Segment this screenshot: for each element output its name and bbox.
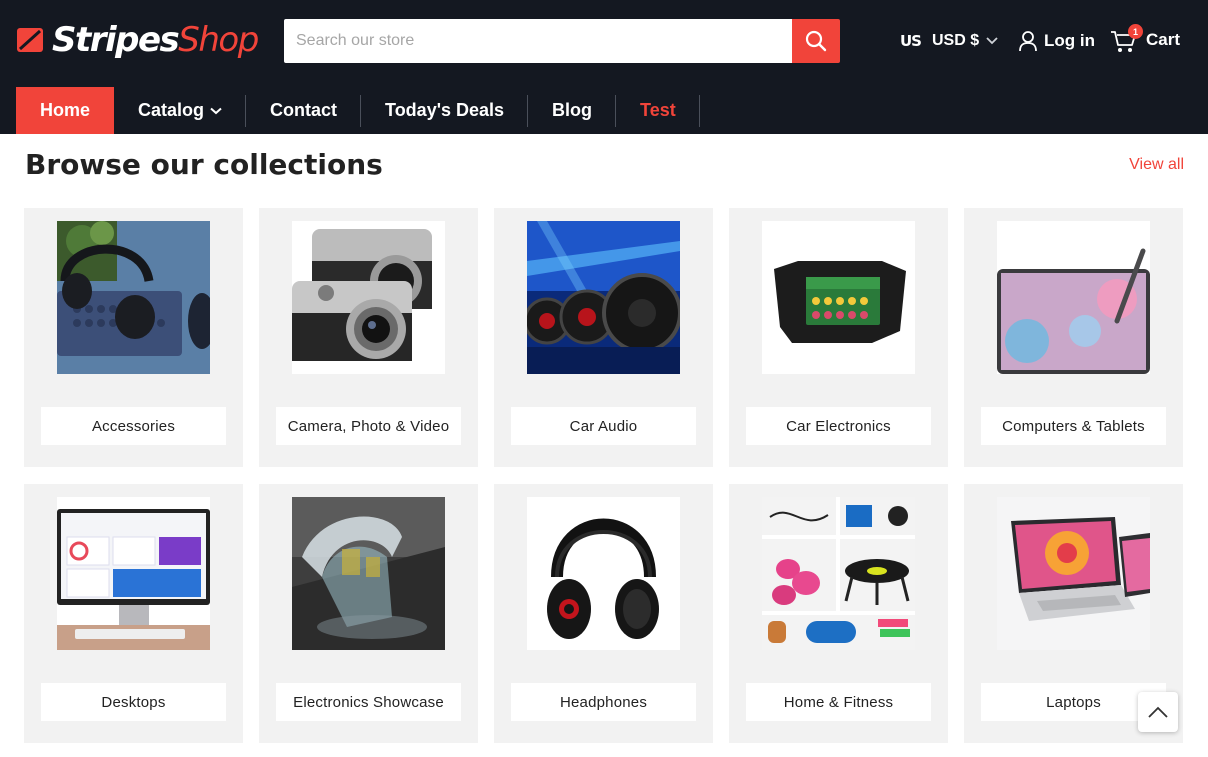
- nav-label: Contact: [270, 100, 338, 120]
- main-nav: Home Catalog Contact Today's Deals Blog …: [16, 87, 700, 134]
- nav-item-blog[interactable]: Blog: [528, 87, 617, 134]
- search-bar: [284, 19, 840, 63]
- site-header: StripesShop US USD $ Log in: [0, 0, 1208, 134]
- nav-item-todays-deals[interactable]: Today's Deals: [361, 87, 529, 134]
- logo-text: StripesShop: [52, 18, 259, 62]
- collection-card-car-electronics[interactable]: Car Electronics: [729, 208, 948, 467]
- collection-card-camera-photo-video[interactable]: Camera, Photo & Video: [259, 208, 478, 467]
- login-link[interactable]: Log in: [1018, 28, 1095, 54]
- logo-text-stripes: Stripes: [52, 20, 180, 60]
- collection-label: Car Electronics: [746, 407, 931, 445]
- nav-item-catalog[interactable]: Catalog: [114, 87, 247, 134]
- nav-label: Today's Deals: [385, 100, 505, 120]
- collection-label: Electronics Showcase: [276, 683, 461, 721]
- search-button[interactable]: [792, 19, 840, 63]
- collection-card-car-audio[interactable]: Car Audio: [494, 208, 713, 467]
- chevron-down-icon: [210, 107, 222, 114]
- collection-image-car-audio[interactable]: [527, 221, 680, 374]
- currency-selector[interactable]: US USD $: [900, 28, 999, 54]
- nav-label: Catalog: [138, 100, 205, 120]
- collection-label: Camera, Photo & Video: [276, 407, 461, 445]
- collection-label: Accessories: [41, 407, 226, 445]
- nav-item-test[interactable]: Test: [616, 87, 700, 134]
- collection-image-laptops[interactable]: [997, 497, 1150, 650]
- collection-image-accessories[interactable]: [57, 221, 210, 374]
- nav-item-contact[interactable]: Contact: [246, 87, 362, 134]
- collection-image-headphones[interactable]: [527, 497, 680, 650]
- nav-label: Blog: [552, 100, 593, 120]
- section-title: Browse our collections: [25, 148, 383, 181]
- chevron-down-icon: [986, 37, 998, 45]
- collections-grid: Accessories Camera, Photo & Video Car Au…: [24, 208, 1183, 743]
- collection-image-car-electronics[interactable]: [762, 221, 915, 374]
- nav-label: Home: [40, 100, 91, 120]
- logo-text-shop: Shop: [178, 20, 259, 60]
- back-to-top-button[interactable]: [1138, 692, 1178, 732]
- stripes-shop-logo[interactable]: StripesShop: [16, 18, 259, 62]
- section-title-rest: collections: [213, 148, 383, 181]
- user-icon: [1019, 31, 1037, 52]
- nav-label: Test: [640, 100, 676, 120]
- currency-label: USD $: [932, 32, 980, 49]
- collection-image-camera-photo-video[interactable]: [292, 221, 445, 374]
- collection-label: Home & Fitness: [746, 683, 931, 721]
- search-input[interactable]: [284, 19, 792, 63]
- cart-label: Cart: [1146, 30, 1181, 49]
- collection-card-desktops[interactable]: Desktops: [24, 484, 243, 743]
- nav-item-home[interactable]: Home: [16, 87, 115, 134]
- us-flag-icon: US: [900, 32, 922, 50]
- collection-image-electronics-showcase[interactable]: [292, 497, 445, 650]
- collection-image-computers-tablets[interactable]: [997, 221, 1150, 374]
- collection-card-computers-tablets[interactable]: Computers & Tablets: [964, 208, 1183, 467]
- collection-card-electronics-showcase[interactable]: Electronics Showcase: [259, 484, 478, 743]
- view-all-link[interactable]: View all: [1129, 156, 1184, 174]
- logo-mark-icon: [16, 25, 46, 55]
- cart-count-badge: 1: [1128, 24, 1143, 39]
- section-title-bold: Browse our: [25, 148, 204, 181]
- collection-image-desktops[interactable]: [57, 497, 210, 650]
- collection-label: Computers & Tablets: [981, 407, 1166, 445]
- chevron-up-icon: [1148, 706, 1168, 718]
- collection-label: Car Audio: [511, 407, 696, 445]
- collection-card-headphones[interactable]: Headphones: [494, 484, 713, 743]
- login-label: Log in: [1044, 31, 1095, 50]
- search-icon: [805, 30, 827, 52]
- collection-card-home-fitness[interactable]: Home & Fitness: [729, 484, 948, 743]
- cart-link[interactable]: 1 Cart: [1110, 24, 1180, 56]
- collection-label: Desktops: [41, 683, 226, 721]
- collection-label: Headphones: [511, 683, 696, 721]
- collection-image-home-fitness[interactable]: [762, 497, 915, 650]
- collection-card-accessories[interactable]: Accessories: [24, 208, 243, 467]
- cart-icon: 1: [1110, 24, 1143, 54]
